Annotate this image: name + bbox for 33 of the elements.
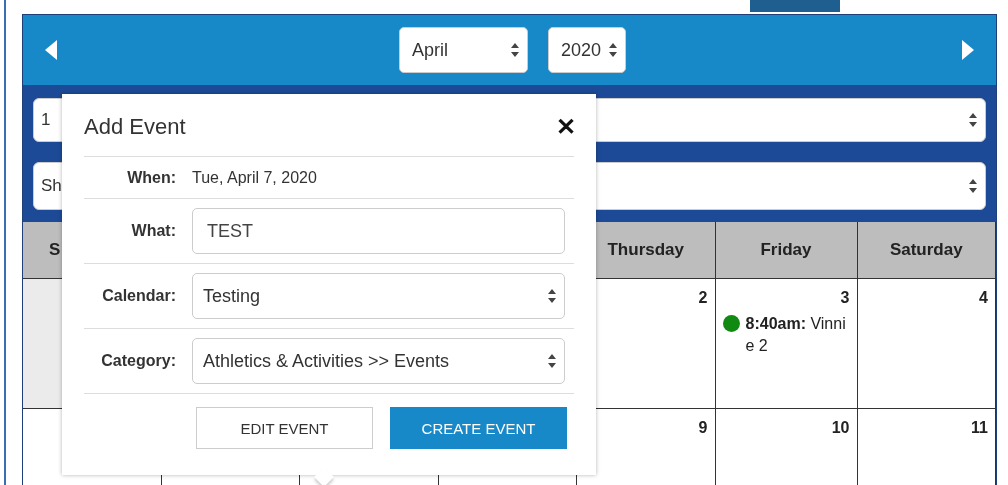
day-number: 2 bbox=[697, 289, 708, 307]
dropdown-arrows-icon bbox=[548, 289, 556, 303]
field-value: Tue, April 7, 2020 bbox=[192, 168, 317, 187]
day-number: 11 bbox=[970, 419, 988, 437]
day-cell[interactable]: 3 8:40am: Vinnie 2 bbox=[715, 279, 858, 409]
day-number: 9 bbox=[697, 419, 708, 437]
dropdown-arrows-icon bbox=[511, 43, 519, 57]
dropdown-arrows-icon bbox=[969, 179, 977, 193]
select-field[interactable]: Athletics & Activities >> Events bbox=[192, 338, 565, 384]
weekday-header: Saturday bbox=[857, 222, 996, 279]
close-button[interactable]: ✕ bbox=[556, 113, 576, 141]
field-label: Category: bbox=[84, 329, 178, 393]
previous-month-icon[interactable] bbox=[45, 40, 57, 60]
select-field[interactable]: Testing bbox=[192, 273, 565, 319]
year-select[interactable]: 2020 bbox=[548, 27, 626, 73]
create-event-button[interactable]: CREATE EVENT bbox=[390, 407, 567, 449]
field-label: When: bbox=[84, 157, 178, 198]
dropdown-arrows-icon bbox=[969, 113, 977, 127]
popup-title: Add Event bbox=[84, 114, 186, 140]
day-number: 10 bbox=[830, 419, 850, 437]
next-month-icon[interactable] bbox=[962, 40, 974, 60]
dropdown-arrows-icon bbox=[609, 43, 617, 57]
edit-event-button[interactable]: EDIT EVENT bbox=[196, 407, 373, 449]
field-label: What: bbox=[84, 199, 178, 263]
month-select[interactable]: April bbox=[399, 27, 528, 73]
field-label: Calendar: bbox=[84, 264, 178, 328]
event-entry[interactable]: 8:40am: Vinnie 2 bbox=[745, 313, 850, 357]
day-number: 4 bbox=[978, 289, 988, 307]
weekday-header: Friday bbox=[715, 222, 858, 279]
dropdown-arrows-icon bbox=[548, 354, 556, 368]
what-input[interactable]: TEST bbox=[192, 208, 565, 254]
day-number: 3 bbox=[839, 289, 850, 307]
day-cell[interactable]: 4 bbox=[857, 279, 996, 409]
